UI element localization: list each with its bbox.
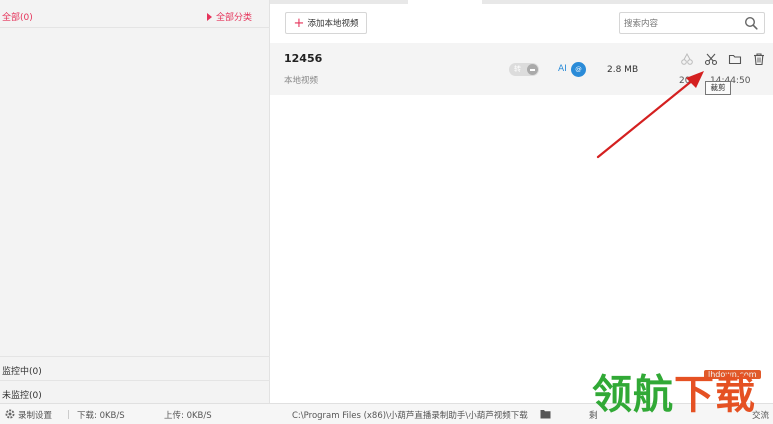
video-title: 12456 [284,52,323,65]
triangle-right-icon [206,13,212,21]
active-tab-indicator [408,0,482,4]
add-local-video-button[interactable]: + 添加本地视频 [285,12,367,34]
add-local-video-label: 添加本地视频 [307,19,359,29]
watermark-text-red: 下载 [674,372,756,418]
ai-label: AI [558,64,567,74]
share-icon[interactable] [680,52,694,66]
convert-toggle[interactable]: 转 [509,63,539,76]
gear-icon[interactable] [4,408,16,420]
crop-tooltip: 裁剪 [705,81,731,95]
video-list-item[interactable]: 12456 本地视频 转 AI @ 2.8 MB 20 14:44:50 [270,43,773,95]
search-icon[interactable] [744,16,758,30]
divider [68,410,69,419]
folder-icon[interactable] [728,52,742,66]
save-path[interactable]: C:\Program Files (x86)\小葫芦直播录制助手\小葫芦视频下载 [292,409,528,421]
sidebar-header: 全部(0) 全部分类 [0,0,270,28]
video-time-prefix: 20 [679,76,691,86]
toggle-label: 转 [514,65,521,73]
search-box [619,12,765,34]
app-window: 全部(0) 全部分类 监控中(0) 未监控(0) + 添加本地视频 12456 … [0,0,773,424]
all-count-label[interactable]: 全部(0) [2,10,33,23]
ai-badge[interactable]: @ [571,62,586,77]
search-input[interactable] [624,16,734,31]
download-speed: 下载: 0KB/S [77,411,125,421]
trash-icon[interactable] [752,52,766,66]
watermark-logo: 领航下载 [592,375,756,415]
video-source: 本地视频 [284,76,319,86]
sidebar-item-monitoring[interactable]: 监控中(0) [0,356,270,380]
top-tab-strip [270,0,773,4]
watermark-text-green: 领航 [592,372,674,418]
sidebar-item-not-monitoring[interactable]: 未监控(0) [0,380,270,404]
not-monitoring-label: 未监控(0) [2,391,42,401]
folder-icon[interactable] [540,409,551,419]
video-size: 2.8 MB [607,65,639,75]
minus-icon [527,64,538,75]
category-filter-button[interactable]: 全部分类 [206,10,252,23]
sidebar: 全部(0) 全部分类 监控中(0) 未监控(0) [0,0,270,403]
category-filter-label: 全部分类 [215,13,252,23]
plus-icon: + [293,15,305,31]
scissors-icon[interactable] [704,52,718,66]
record-settings-link[interactable]: 录制设置 [18,409,52,421]
upload-speed: 上传: 0KB/S [164,411,212,421]
monitoring-label: 监控中(0) [2,367,42,377]
